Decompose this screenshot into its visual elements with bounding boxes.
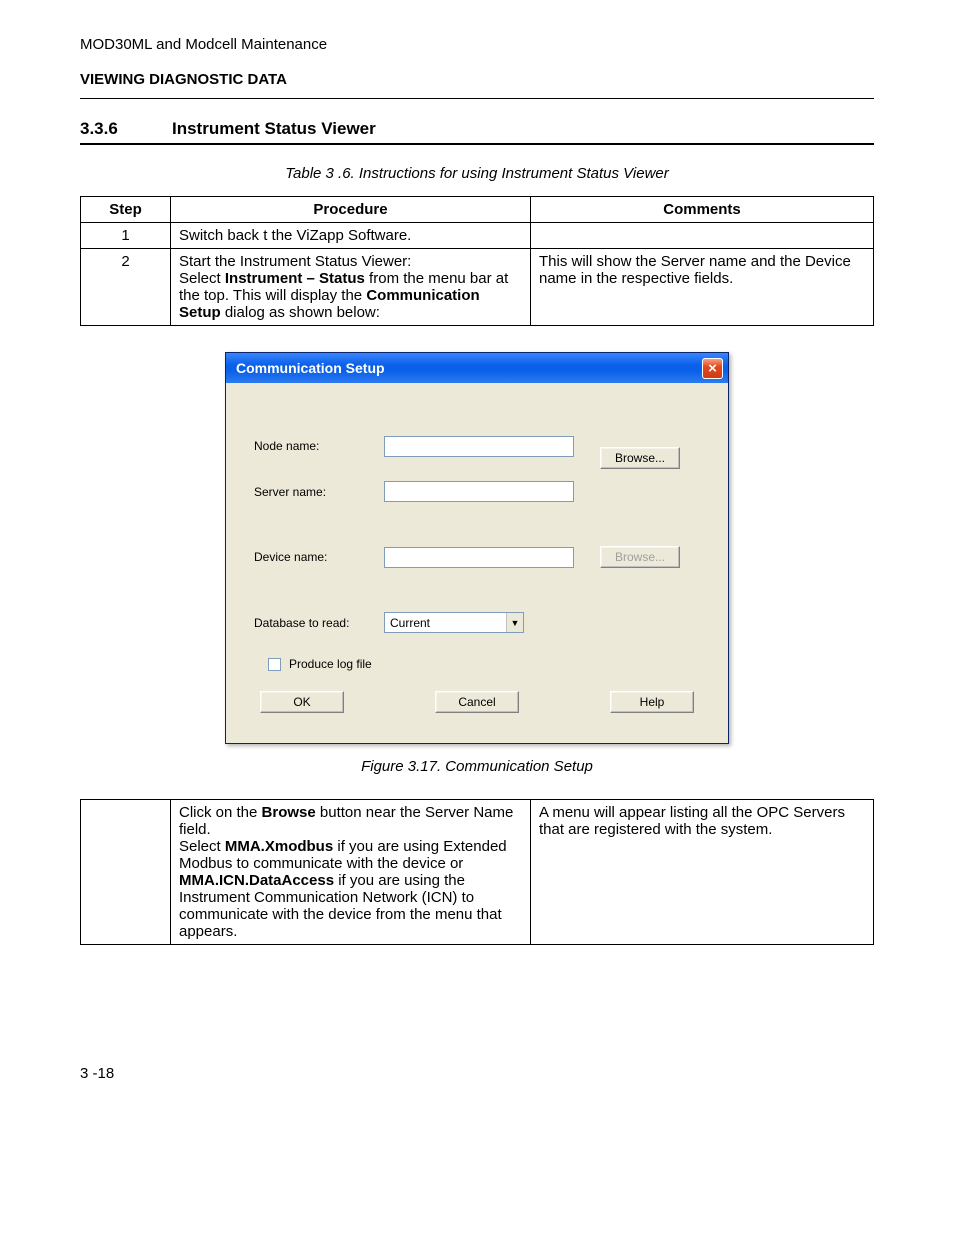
database-select[interactable]: Current ▼ (384, 612, 524, 633)
database-selected-value: Current (390, 616, 430, 630)
procedure-cell: Start the Instrument Status Viewer: Sele… (171, 249, 531, 326)
text-bold: MMA.ICN.DataAccess (179, 872, 334, 889)
dialog-title: Communication Setup (236, 360, 385, 376)
produce-log-file-checkbox[interactable] (268, 658, 281, 671)
text: Select (179, 838, 225, 855)
browse-node-button[interactable]: Browse... (600, 447, 680, 469)
th-comments: Comments (531, 197, 874, 223)
text-bold: Instrument – Status (225, 270, 365, 287)
text: Select (179, 270, 225, 287)
dialog-titlebar[interactable]: Communication Setup × (226, 353, 728, 383)
cancel-button[interactable]: Cancel (435, 691, 519, 713)
section-heading: 3.3.6 Instrument Status Viewer (80, 119, 874, 145)
table-row: Click on the Browse button near the Serv… (81, 800, 874, 945)
procedure-cell: Click on the Browse button near the Serv… (171, 800, 531, 945)
step-cell: 2 (81, 249, 171, 326)
step-cell (81, 800, 171, 945)
close-icon: × (708, 361, 717, 376)
comments-cell (531, 223, 874, 249)
comments-cell: This will show the Server name and the D… (531, 249, 874, 326)
produce-log-file-label: Produce log file (289, 657, 372, 671)
comments-cell: A menu will appear listing all the OPC S… (531, 800, 874, 945)
th-step: Step (81, 197, 171, 223)
doc-title: MOD30ML and Modcell Maintenance (80, 36, 874, 53)
database-label: Database to read: (254, 616, 384, 630)
section-number: 3.3.6 (80, 119, 172, 139)
communication-setup-dialog: Communication Setup × Node name: Browse.… (225, 352, 729, 744)
ok-button[interactable]: OK (260, 691, 344, 713)
node-name-label: Node name: (254, 439, 384, 453)
section-title: Instrument Status Viewer (172, 119, 376, 139)
instructions-table-2: Click on the Browse button near the Serv… (80, 799, 874, 945)
procedure-cell: Switch back t the ViZapp Software. (171, 223, 531, 249)
device-name-label: Device name: (254, 550, 384, 564)
step-cell: 1 (81, 223, 171, 249)
text-bold: Browse (262, 804, 316, 821)
page-number: 3 -18 (80, 1065, 874, 1082)
help-button[interactable]: Help (610, 691, 694, 713)
node-name-input[interactable] (384, 436, 574, 457)
browse-device-button: Browse... (600, 546, 680, 568)
close-button[interactable]: × (702, 358, 723, 379)
table-row: 1 Switch back t the ViZapp Software. (81, 223, 874, 249)
divider (80, 98, 874, 99)
text: Click on the (179, 804, 262, 821)
text-bold: MMA.Xmodbus (225, 838, 333, 855)
chevron-down-icon: ▼ (506, 613, 523, 632)
instructions-table-1: Step Procedure Comments 1 Switch back t … (80, 196, 874, 326)
text: dialog as shown below: (221, 304, 380, 321)
device-name-input[interactable] (384, 547, 574, 568)
table-caption: Table 3 .6. Instructions for using Instr… (80, 165, 874, 182)
server-name-label: Server name: (254, 485, 384, 499)
server-name-input[interactable] (384, 481, 574, 502)
table-row: 2 Start the Instrument Status Viewer: Se… (81, 249, 874, 326)
section-breadcrumb: VIEWING DIAGNOSTIC DATA (80, 71, 874, 88)
figure-caption: Figure 3.17. Communication Setup (80, 758, 874, 775)
text: Start the Instrument Status Viewer: (179, 253, 411, 270)
th-procedure: Procedure (171, 197, 531, 223)
